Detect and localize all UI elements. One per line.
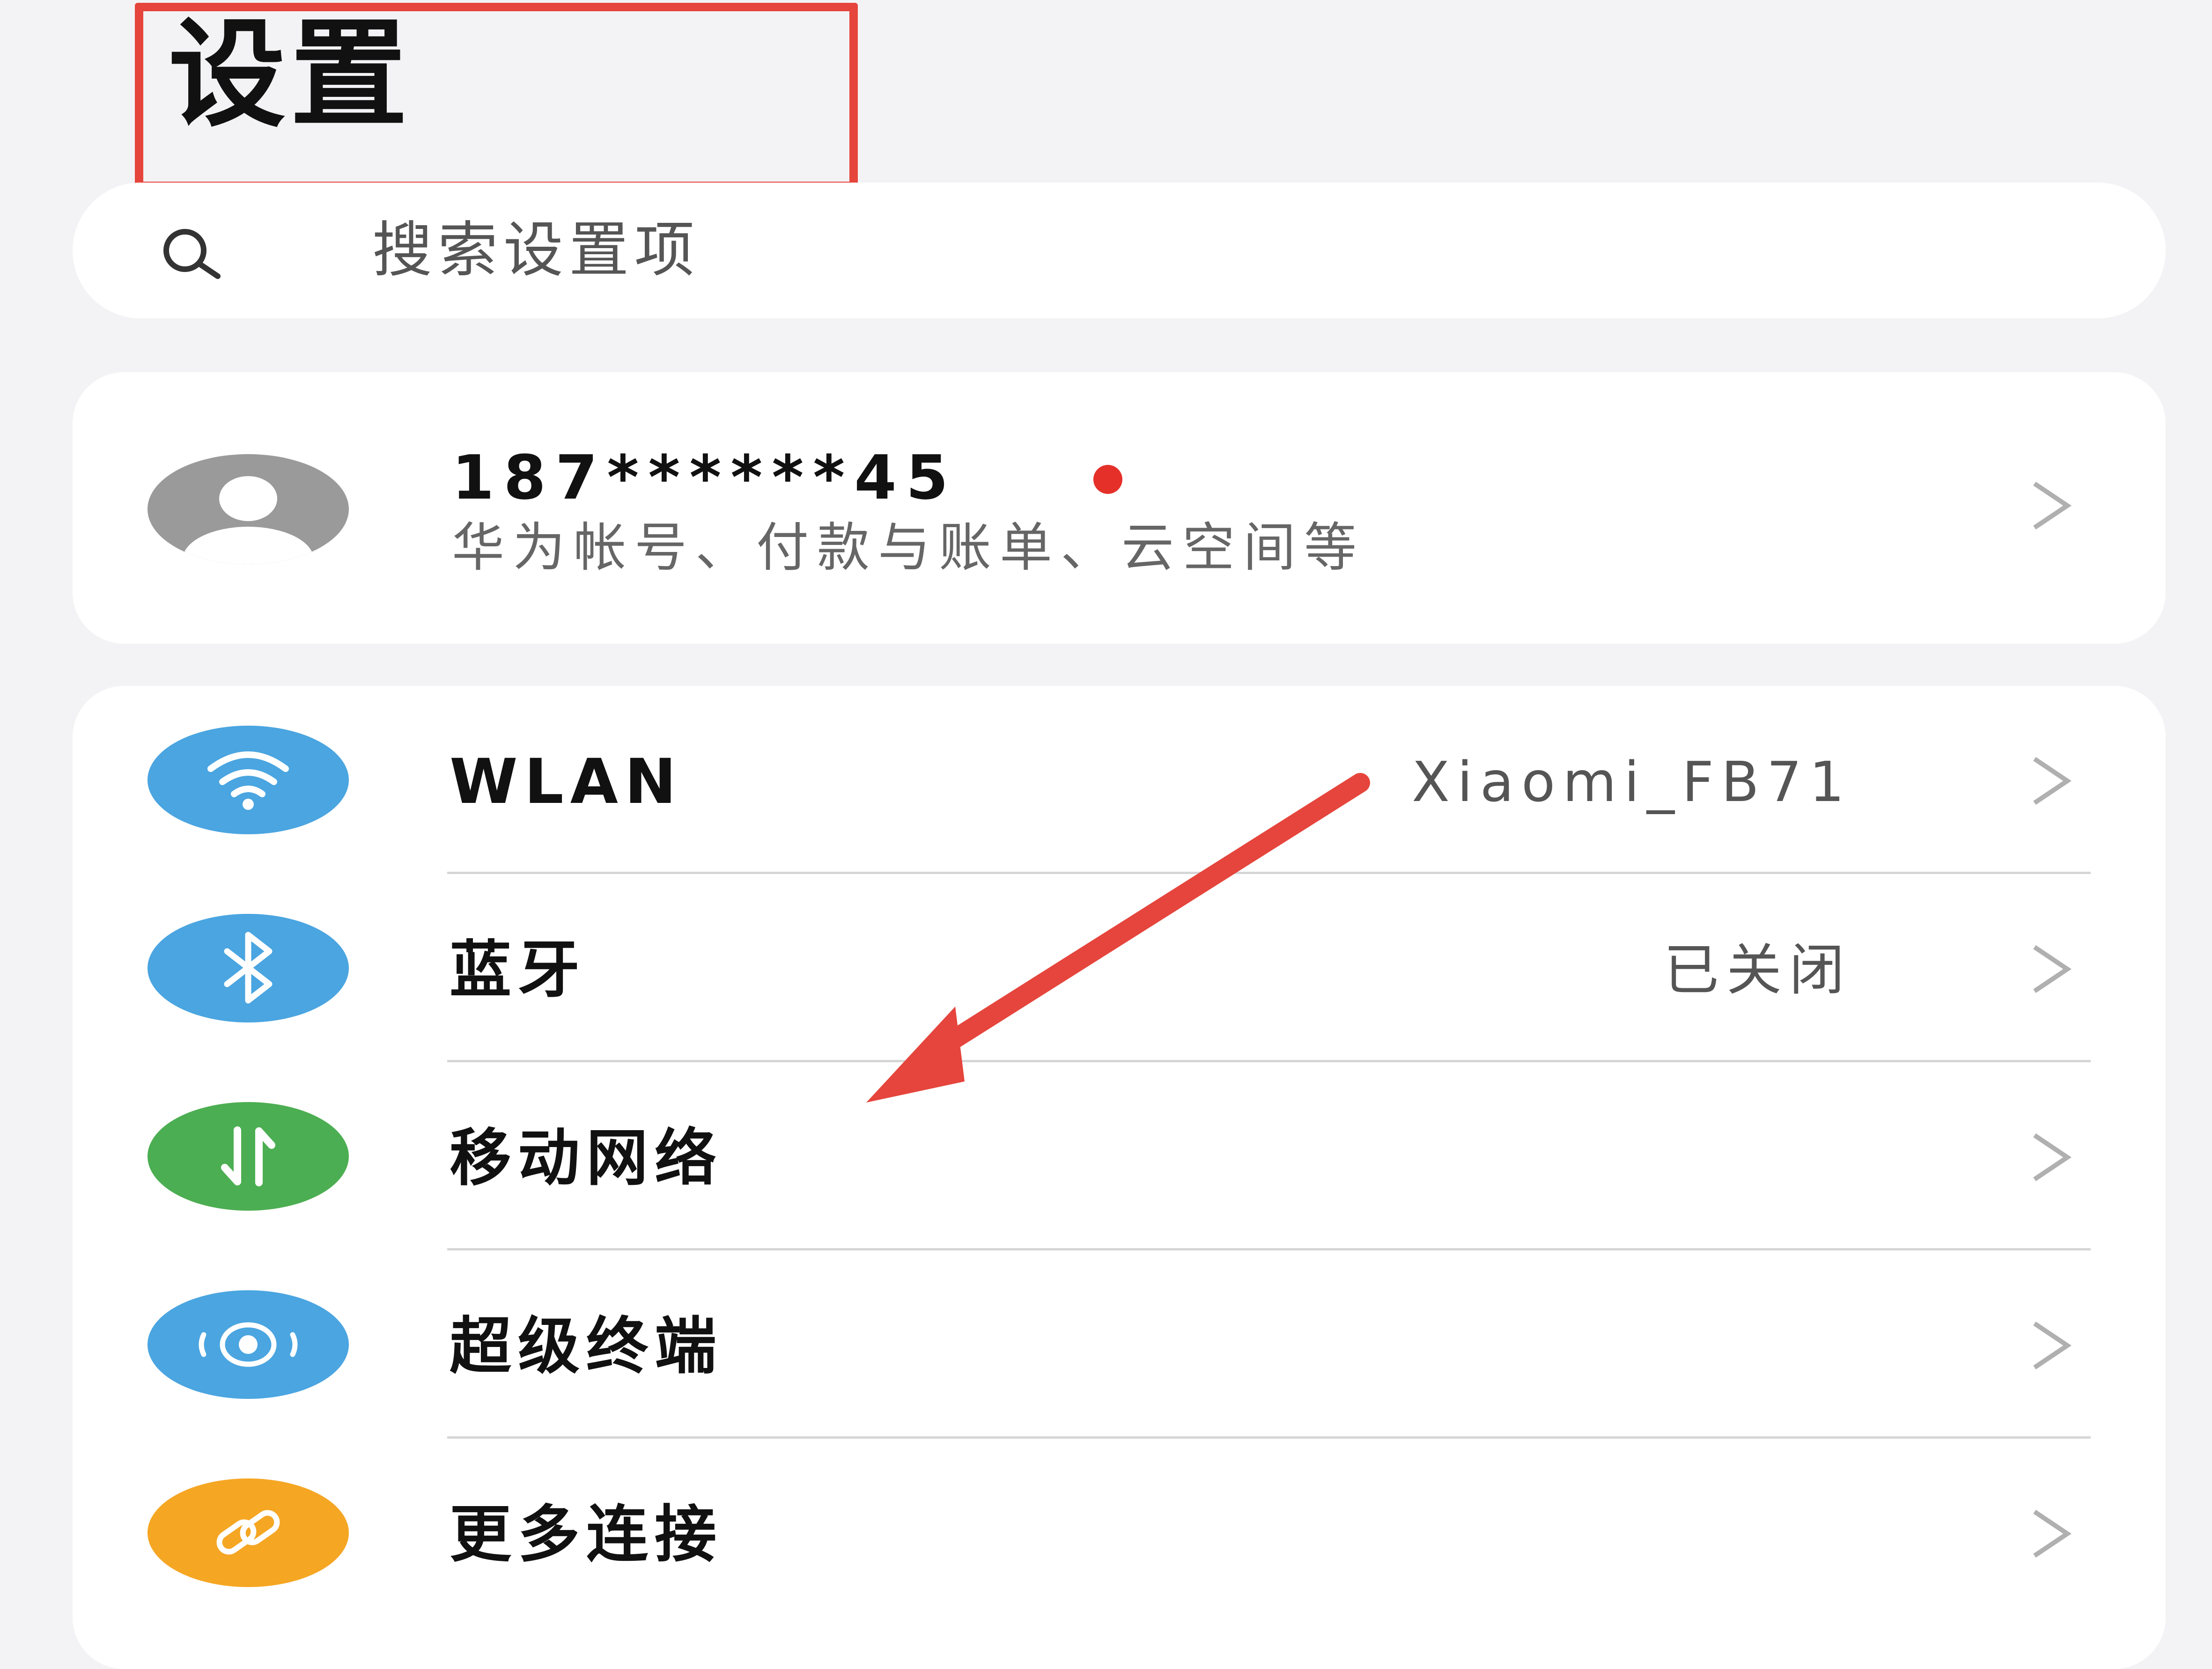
chevron-right-icon <box>2033 1321 2072 1370</box>
super-device-icon <box>147 1290 349 1399</box>
account-subtitle: 华为帐号、付款与账单、云空间等 <box>452 517 1365 578</box>
row-label: WLAN <box>450 746 683 818</box>
row-label: 蓝牙 <box>450 934 586 1006</box>
chevron-right-icon <box>2033 757 2072 805</box>
row-value: 已关闭 <box>1663 938 1852 1002</box>
row-label: 移动网络 <box>450 1122 723 1194</box>
row-label: 更多连接 <box>450 1499 723 1571</box>
chevron-right-icon <box>2033 1133 2072 1182</box>
account-card[interactable]: 187******45 华为帐号、付款与账单、云空间等 <box>73 372 2166 644</box>
row-value: Xiaomi_FB71 <box>1412 750 1852 814</box>
chevron-right-icon <box>2033 481 2072 530</box>
notification-dot <box>1093 465 1122 494</box>
title-highlight-box <box>135 3 858 190</box>
user-silhouette-icon <box>183 476 314 564</box>
row-label: 超级终端 <box>450 1310 723 1382</box>
chevron-right-icon <box>2033 945 2072 993</box>
search-bar[interactable]: 搜索设置项 <box>73 183 2166 318</box>
settings-row-wlan[interactable]: WLAN Xiaomi_FB71 <box>73 686 2166 874</box>
connections-card: WLAN Xiaomi_FB71 蓝牙 已关闭 移动网络 超级终端 更多连接 <box>73 686 2166 1669</box>
avatar <box>147 454 349 564</box>
settings-row-more-connections[interactable]: 更多连接 <box>73 1439 2166 1627</box>
chevron-right-icon <box>2033 1509 2072 1558</box>
search-input[interactable]: 搜索设置项 <box>372 218 700 283</box>
wifi-icon <box>147 726 349 834</box>
bluetooth-icon <box>147 914 349 1022</box>
settings-row-mobile-network[interactable]: 移动网络 <box>73 1062 2166 1250</box>
search-icon <box>163 229 221 279</box>
account-name: 187******45 <box>452 442 958 513</box>
settings-row-bluetooth[interactable]: 蓝牙 已关闭 <box>73 874 2166 1062</box>
settings-screen: 设置 搜索设置项 187******45 华为帐号、付款与账单、云空间等 WLA… <box>0 0 2212 1669</box>
link-icon <box>147 1478 349 1587</box>
settings-row-super-device[interactable]: 超级终端 <box>73 1250 2166 1439</box>
mobile-data-icon <box>147 1102 349 1211</box>
